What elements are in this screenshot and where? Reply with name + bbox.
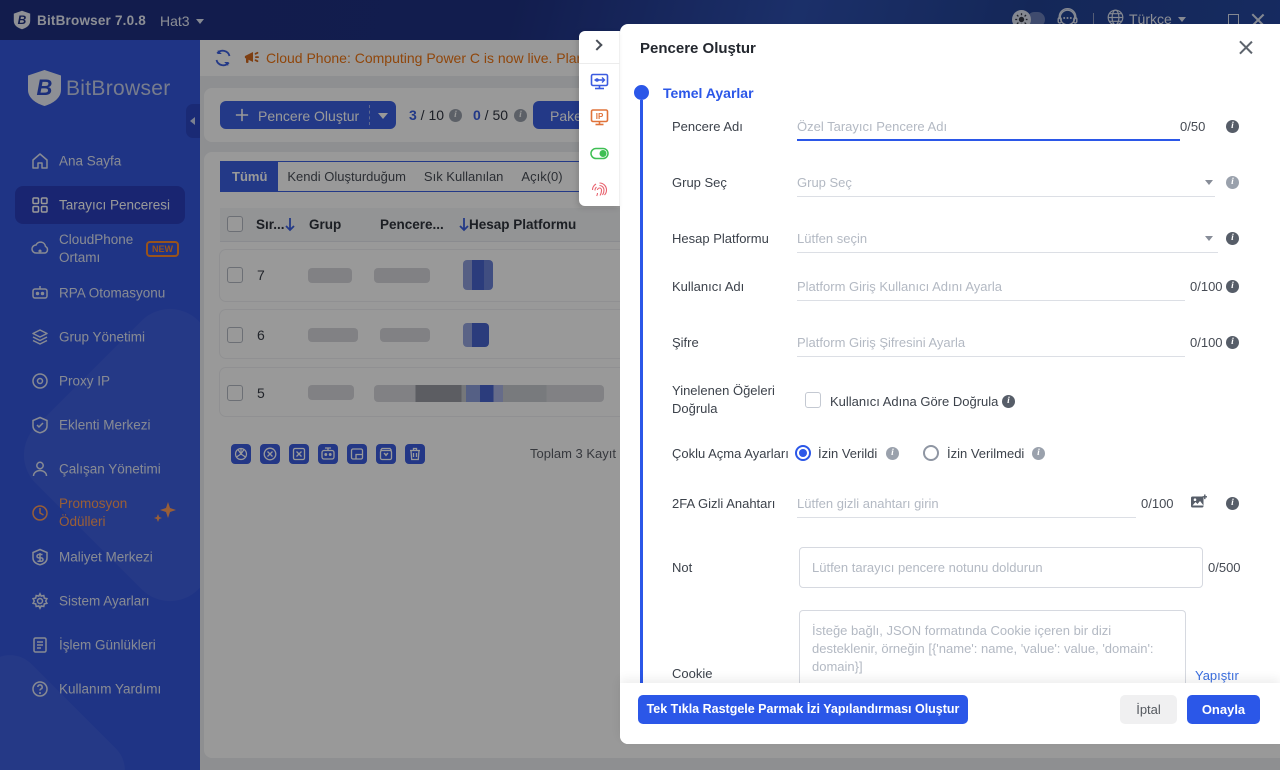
svg-text:IP: IP [596,112,604,121]
